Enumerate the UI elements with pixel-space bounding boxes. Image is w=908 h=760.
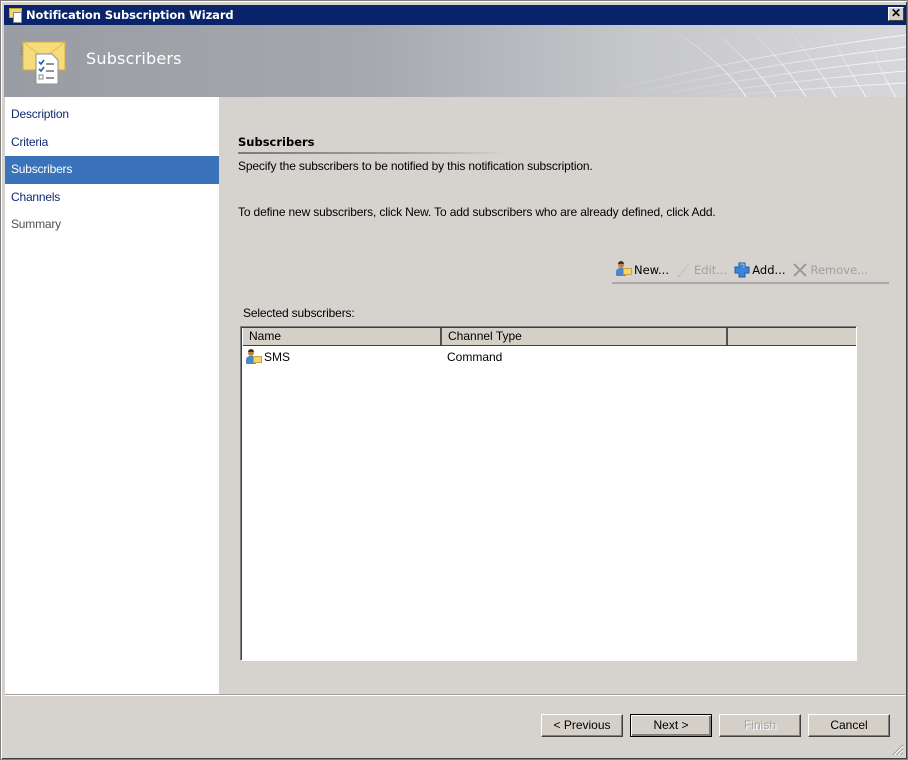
description-text: Specify the subscribers to be notified b… xyxy=(238,159,593,173)
envelope-checklist-icon xyxy=(20,41,66,85)
subscriber-channel-type: Command xyxy=(447,349,503,364)
edit-button-label: Edit... xyxy=(694,263,728,277)
nav-item-summary[interactable]: Summary xyxy=(5,211,219,239)
close-button[interactable]: ✕ xyxy=(888,7,904,21)
section-title: Subscribers xyxy=(238,135,315,149)
new-button-label: New... xyxy=(634,263,669,277)
subscribers-toolbar: New... Edit... Add... Remove... xyxy=(612,258,889,284)
previous-button[interactable]: < Previous xyxy=(541,714,623,737)
add-button[interactable]: Add... xyxy=(730,259,788,281)
app-icon xyxy=(6,6,24,24)
list-header: Name Channel Type xyxy=(243,328,856,346)
window-title: Notification Subscription Wizard xyxy=(26,8,234,22)
banner-title: Subscribers xyxy=(86,49,182,68)
resize-grip-icon[interactable] xyxy=(892,744,904,756)
plus-icon xyxy=(734,262,750,278)
subscribers-list[interactable]: Name Channel Type SMS Command xyxy=(240,326,857,661)
column-header-filler xyxy=(728,328,856,345)
footer-divider xyxy=(5,694,905,696)
wizard-steps-nav: Description Criteria Subscribers Channel… xyxy=(5,97,219,695)
remove-x-icon xyxy=(793,263,808,277)
subscriber-name: SMS xyxy=(264,349,291,364)
subscriber-icon xyxy=(245,348,263,365)
nav-item-criteria[interactable]: Criteria xyxy=(5,129,219,157)
wizard-window: Notification Subscription Wizard ✕ Subsc… xyxy=(0,0,908,760)
selected-subscribers-label: Selected subscribers: xyxy=(243,306,355,320)
new-subscriber-icon xyxy=(615,261,633,279)
header-banner: Subscribers xyxy=(4,25,906,97)
edit-button[interactable]: Edit... xyxy=(672,259,730,281)
instructions-text: To define new subscribers, click New. To… xyxy=(238,205,716,219)
title-bar[interactable]: Notification Subscription Wizard ✕ xyxy=(4,5,906,25)
next-button[interactable]: Next > xyxy=(630,714,712,737)
pencil-icon xyxy=(677,263,690,278)
remove-button[interactable]: Remove... xyxy=(788,259,871,281)
column-header-channel-type[interactable]: Channel Type xyxy=(442,328,728,345)
banner-mesh-decoration xyxy=(585,25,906,97)
add-button-label: Add... xyxy=(752,263,786,277)
cell-name: SMS xyxy=(245,348,444,365)
section-divider xyxy=(238,152,506,154)
subscriber-row[interactable]: SMS Command xyxy=(245,348,845,365)
nav-item-subscribers[interactable]: Subscribers xyxy=(5,156,219,184)
nav-item-description[interactable]: Description xyxy=(5,101,219,129)
finish-button[interactable]: Finish xyxy=(719,714,801,737)
column-header-name[interactable]: Name xyxy=(243,328,442,345)
cancel-button[interactable]: Cancel xyxy=(808,714,890,737)
nav-item-channels[interactable]: Channels xyxy=(5,184,219,212)
main-content: Subscribers Specify the subscribers to b… xyxy=(219,97,906,695)
remove-button-label: Remove... xyxy=(810,263,869,277)
new-button[interactable]: New... xyxy=(612,259,672,281)
